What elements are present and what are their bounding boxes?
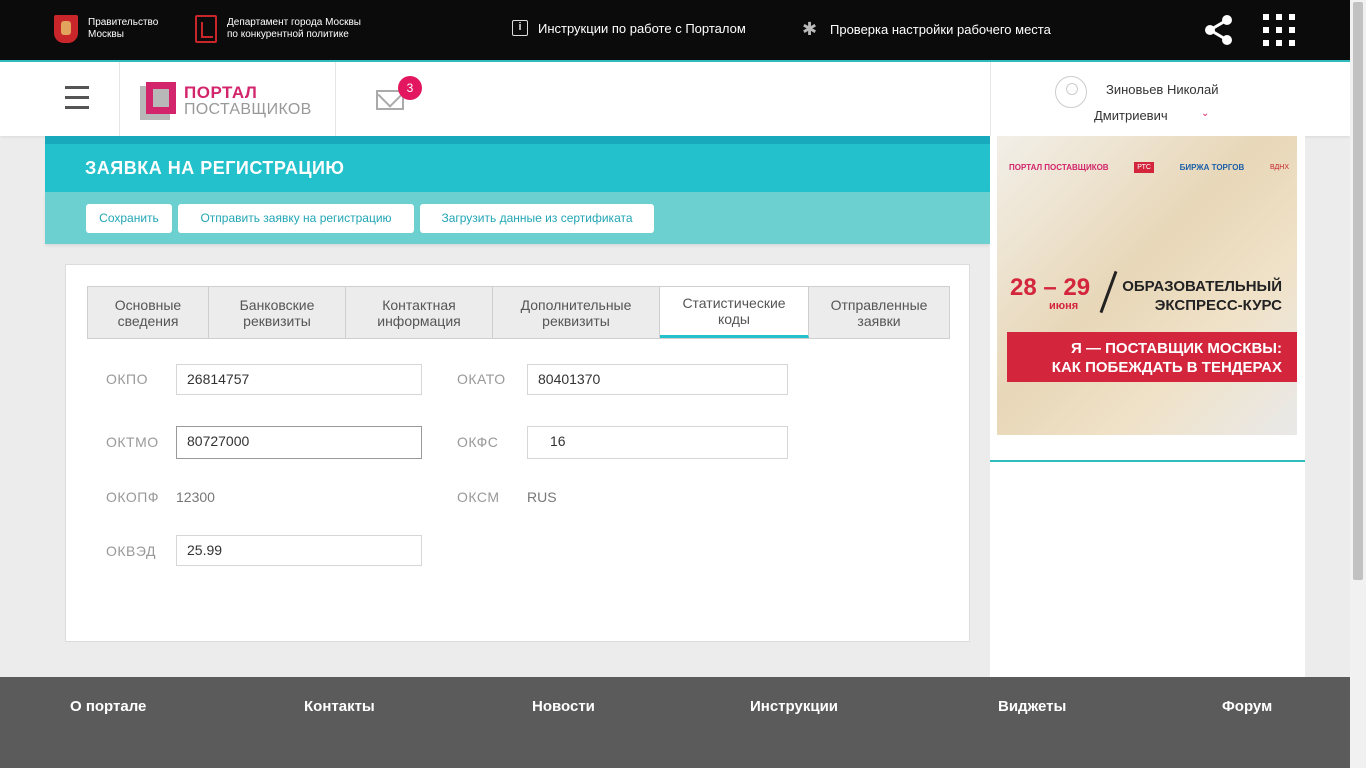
tab-label: Дополнительные xyxy=(520,296,632,313)
okfs-label: ОКФС xyxy=(457,434,499,450)
scrollbar-thumb[interactable] xyxy=(1353,2,1363,580)
logo-title: ПОРТАЛ xyxy=(184,83,258,102)
share-icon[interactable] xyxy=(1203,14,1235,46)
tab-label: коды xyxy=(718,311,750,327)
okfs-field[interactable]: 16 xyxy=(527,426,788,459)
sidebar-divider xyxy=(990,460,1305,462)
tab-label: Основные xyxy=(114,296,182,313)
footer-link-about[interactable]: О портале xyxy=(70,698,146,715)
tab-label: реквизиты xyxy=(542,312,610,329)
tab-additional-details[interactable]: Дополнительные реквизиты xyxy=(493,287,660,338)
footer-link-forum[interactable]: Форум xyxy=(1222,698,1272,715)
oktmo-field[interactable]: 80727000 xyxy=(176,426,422,459)
header-divider xyxy=(119,62,120,136)
page-title: ЗАЯВКА НА РЕГИСТРАЦИЮ xyxy=(85,158,345,178)
tab-label: информация xyxy=(377,312,461,329)
action-toolbar: Сохранить Отправить заявку на регистраци… xyxy=(45,192,990,244)
tab-sent-applications[interactable]: Отправленные заявки xyxy=(809,287,949,338)
avatar-icon xyxy=(1055,76,1087,108)
oksm-label: ОКСМ xyxy=(457,489,500,505)
okved-field[interactable]: 25.99 xyxy=(176,535,422,566)
okopf-label: ОКОПФ xyxy=(106,489,159,505)
header-divider xyxy=(335,62,336,136)
footer-link-widgets[interactable]: Виджеты xyxy=(998,698,1066,715)
banner-logo-rts: РТС xyxy=(1134,161,1154,173)
page-scrollbar[interactable] xyxy=(1350,0,1366,768)
info-icon: i xyxy=(512,20,528,36)
banner-logo-vdnh: ВДНХ xyxy=(1270,163,1289,171)
banner-month: июня xyxy=(1049,300,1079,312)
apps-grid-icon[interactable] xyxy=(1263,14,1295,46)
top-bar: Правительство Москвы Департамент города … xyxy=(0,0,1350,60)
banner-course-line1: ОБРАЗОВАТЕЛЬНЫЙ xyxy=(1122,278,1282,295)
tab-contact-info[interactable]: Контактная информация xyxy=(346,287,493,338)
org1-line1: Правительство xyxy=(88,17,159,28)
chevron-down-icon[interactable]: ⌄ xyxy=(1201,108,1209,119)
tab-label: Банковские xyxy=(239,296,315,313)
mail-count-badge[interactable]: 3 xyxy=(398,76,422,100)
banner-logo-exchange: БИРЖА ТОРГОВ xyxy=(1179,162,1245,172)
right-sidebar: ПОРТАЛ ПОСТАВЩИКОВ РТС БИРЖА ТОРГОВ ВДНХ… xyxy=(990,136,1305,677)
org2-line1: Департамент города Москвы xyxy=(227,17,361,28)
user-menu[interactable]: Зиновьев Николай Дмитриевич ⌄ xyxy=(990,62,1350,136)
panel-top-strip xyxy=(45,136,990,144)
instructions-label: Инструкции по работе с Порталом xyxy=(538,20,746,36)
banner-slogan: Я — ПОСТАВЩИК МОСКВЫ: КАК ПОБЕЖДАТЬ В ТЕ… xyxy=(1007,332,1297,382)
banner-logo-portal: ПОРТАЛ ПОСТАВЩИКОВ xyxy=(1009,162,1109,172)
user-name-second: Дмитриевич xyxy=(1094,108,1168,123)
portal-logo-icon xyxy=(140,82,178,120)
logo-subtitle: ПОСТАВЩИКОВ xyxy=(184,101,312,118)
footer-link-news[interactable]: Новости xyxy=(532,698,595,715)
okpo-field[interactable]: 26814757 xyxy=(176,364,422,395)
okopf-value: 12300 xyxy=(176,489,215,505)
moscow-government-link[interactable]: Правительство Москвы xyxy=(54,15,158,43)
tab-label: реквизиты xyxy=(243,312,311,329)
tab-bank-details[interactable]: Банковские реквизиты xyxy=(209,287,346,338)
tab-bar: Основные сведения Банковские реквизиты Кон… xyxy=(87,286,950,339)
oktmo-label: ОКТМО xyxy=(106,434,159,450)
okved-label: ОКВЭД xyxy=(106,543,156,559)
banner-course-line2: ЭКСПРЕСС-КУРС xyxy=(1154,297,1282,314)
okato-field[interactable]: 80401370 xyxy=(527,364,788,395)
workplace-check-link[interactable]: ✱ Проверка настройки рабочего места xyxy=(802,20,1051,38)
workplace-check-label: Проверка настройки рабочего места xyxy=(830,21,1051,37)
load-certificate-button[interactable]: Загрузить данные из сертификата xyxy=(420,204,654,233)
org1-line2: Москвы xyxy=(88,29,124,40)
menu-icon[interactable] xyxy=(65,86,89,110)
tab-label: сведения xyxy=(117,312,179,329)
department-link[interactable]: Департамент города Москвы по конкурентно… xyxy=(195,15,361,43)
department-logo-icon xyxy=(195,15,217,43)
tab-label: Отправленные xyxy=(830,296,928,313)
save-button[interactable]: Сохранить xyxy=(86,204,172,233)
okpo-label: ОКПО xyxy=(106,371,148,387)
promo-banner[interactable]: ПОРТАЛ ПОСТАВЩИКОВ РТС БИРЖА ТОРГОВ ВДНХ… xyxy=(997,136,1297,435)
portal-logo[interactable]: ПОРТАЛ ПОСТАВЩИКОВ xyxy=(140,82,312,120)
banner-course: ОБРАЗОВАТЕЛЬНЫЙ ЭКСПРЕСС-КУРС xyxy=(1115,277,1282,315)
gear-icon: ✱ xyxy=(802,19,818,39)
panel-title-bar: ЗАЯВКА НА РЕГИСТРАЦИЮ xyxy=(45,144,990,192)
banner-slogan-line1: Я — ПОСТАВЩИК МОСКВЫ: xyxy=(1071,340,1282,357)
tab-main-info[interactable]: Основные сведения xyxy=(88,287,209,338)
tab-label: заявки xyxy=(857,312,901,329)
footer: О портале Контакты Новости Инструкции Ви… xyxy=(0,677,1350,768)
tab-statistical-codes[interactable]: Статистические коды xyxy=(660,287,809,338)
banner-slogan-line2: КАК ПОБЕЖДАТЬ В ТЕНДЕРАХ xyxy=(1051,359,1282,376)
send-application-button[interactable]: Отправить заявку на регистрацию xyxy=(178,204,414,233)
banner-logos: ПОРТАЛ ПОСТАВЩИКОВ РТС БИРЖА ТОРГОВ ВДНХ xyxy=(1009,156,1289,178)
banner-dates: 28 – 29 xyxy=(1010,274,1091,301)
form-card: Основные сведения Банковские реквизиты Кон… xyxy=(65,264,970,642)
oksm-value: RUS xyxy=(527,489,557,505)
footer-link-instructions[interactable]: Инструкции xyxy=(750,698,838,715)
moscow-emblem-icon xyxy=(54,15,78,43)
tab-label: Статистические xyxy=(682,295,786,311)
okato-label: ОКАТО xyxy=(457,371,506,387)
org2-line2: по конкурентной политике xyxy=(227,29,349,40)
instructions-link[interactable]: i Инструкции по работе с Порталом xyxy=(512,20,746,36)
footer-link-contacts[interactable]: Контакты xyxy=(304,698,375,715)
tab-label: Контактная xyxy=(382,296,456,313)
user-name-first: Зиновьев Николай xyxy=(1106,82,1219,97)
